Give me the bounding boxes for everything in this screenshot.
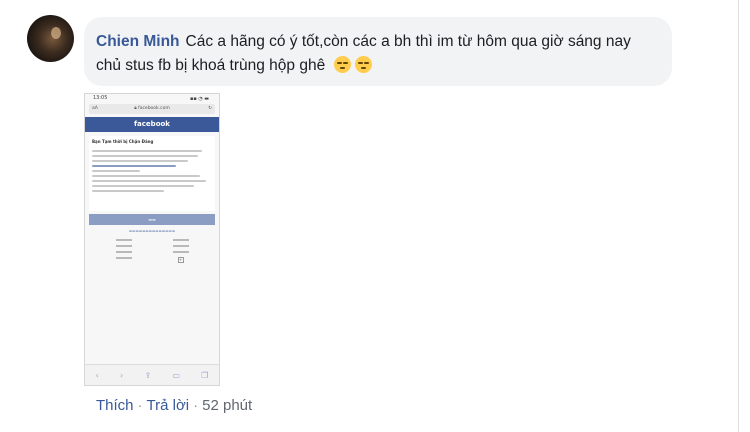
separator: · <box>137 397 143 414</box>
tabs-icon: ❐ <box>201 370 209 380</box>
notice-report-link: ▬▬▬▬▬▬▬▬▬▬▬▬▬▬ <box>128 229 176 233</box>
language-list: + <box>95 239 209 263</box>
comment-timestamp[interactable]: 52 phút <box>202 397 252 414</box>
share-icon: ⇪ <box>144 370 152 380</box>
panel-border <box>738 0 739 432</box>
facebook-header: facebook <box>85 117 219 132</box>
relieved-face-icon <box>354 56 372 73</box>
phone-status-bar: 13:05 ▪▪ ◔ ▬ <box>85 94 219 103</box>
phone-clock: 13:05 <box>93 95 108 101</box>
reply-link[interactable]: Trả lời <box>147 397 190 414</box>
plus-icon: + <box>177 257 184 263</box>
signal-icon: ▪▪ ◔ ▬ <box>189 96 209 102</box>
separator: · <box>193 397 199 414</box>
comment-actions: Thích · Trả lời · 52 phút <box>96 397 252 414</box>
back-icon: ‹ <box>95 370 99 380</box>
bookmarks-icon: ▭ <box>172 370 180 380</box>
like-link[interactable]: Thích <box>96 397 134 414</box>
blocked-notice-card: Bạn Tạm thời bị Chặn Đăng <box>89 136 215 211</box>
reload-icon: ↻ <box>208 106 212 111</box>
attached-screenshot[interactable]: 13:05 ▪▪ ◔ ▬ aA 🔒︎ facebook.com ↻ facebo… <box>84 93 220 386</box>
browser-url-bar: aA 🔒︎ facebook.com ↻ <box>89 104 215 114</box>
notice-ok-button: ▬▬ <box>89 214 215 225</box>
forward-icon: › <box>120 370 124 380</box>
browser-url: facebook.com <box>138 106 170 111</box>
relieved-face-icon <box>333 56 351 73</box>
text-size-icon: aA <box>92 106 98 111</box>
comment-author[interactable]: Chien Minh <box>96 33 180 50</box>
browser-toolbar: ‹ › ⇪ ▭ ❐ <box>85 364 219 385</box>
avatar[interactable] <box>27 15 74 62</box>
notice-title: Bạn Tạm thời bị Chặn Đăng <box>92 139 154 144</box>
lock-icon: 🔒︎ <box>134 106 137 111</box>
comment-bubble: Chien Minh Các a hãng có ý tốt,còn các a … <box>84 17 672 86</box>
